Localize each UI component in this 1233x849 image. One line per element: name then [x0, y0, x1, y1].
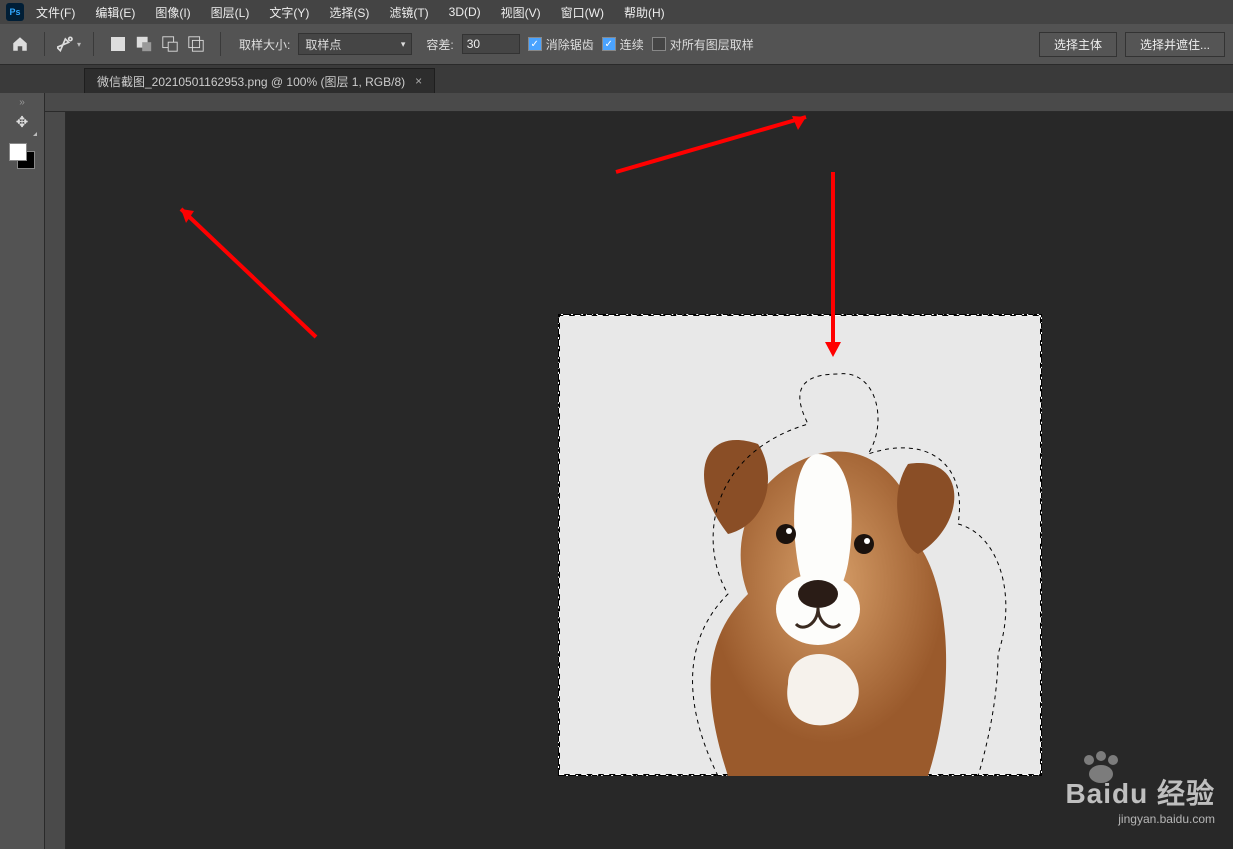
selection-subtract-icon[interactable] — [158, 32, 182, 56]
toolbox: » ✥ — [0, 93, 45, 849]
foreground-background-colors[interactable] — [7, 141, 37, 171]
tolerance-input[interactable] — [462, 34, 520, 54]
document-tabs: 微信截图_20210501162953.png @ 100% (图层 1, RG… — [0, 65, 1233, 93]
selection-new-icon[interactable] — [106, 32, 130, 56]
document-image[interactable] — [558, 314, 1042, 776]
menu-bar: Ps 文件(F) 编辑(E) 图像(I) 图层(L) 文字(Y) 选择(S) 滤… — [0, 0, 1233, 24]
menu-file[interactable]: 文件(F) — [28, 1, 83, 24]
contiguous-checkbox[interactable]: ✓连续 — [602, 36, 644, 53]
menu-edit[interactable]: 编辑(E) — [87, 1, 143, 24]
menu-filter[interactable]: 滤镜(T) — [381, 1, 436, 24]
sample-size-dropdown[interactable]: 取样点 ▾ — [298, 33, 412, 55]
all-layers-checkbox[interactable]: 对所有图层取样 — [652, 36, 754, 53]
vertical-ruler[interactable] — [45, 112, 66, 849]
ruler-origin[interactable] — [45, 93, 66, 112]
menu-3d[interactable]: 3D(D) — [441, 2, 489, 22]
menu-image[interactable]: 图像(I) — [147, 1, 198, 24]
selection-intersect-icon[interactable] — [184, 32, 208, 56]
document-tab-title: 微信截图_20210501162953.png @ 100% (图层 1, RG… — [97, 73, 405, 90]
tolerance-label: 容差: — [426, 36, 453, 53]
watermark-brand: Baidu 经验 — [1065, 772, 1215, 812]
horizontal-ruler[interactable] — [65, 93, 1233, 112]
annotation-arrow-2 — [606, 112, 826, 182]
menu-view[interactable]: 视图(V) — [493, 1, 549, 24]
app-logo: Ps — [6, 3, 24, 21]
annotation-arrow-1 — [166, 197, 326, 347]
selection-add-icon[interactable] — [132, 32, 156, 56]
selection-mode-group — [106, 32, 208, 56]
sample-size-value: 取样点 — [305, 36, 341, 53]
foreground-color-swatch[interactable] — [9, 143, 27, 161]
document-tab[interactable]: 微信截图_20210501162953.png @ 100% (图层 1, RG… — [84, 68, 435, 93]
watermark-url: jingyan.baidu.com — [1065, 812, 1215, 826]
options-bar: ▾ 取样大小: 取样点 ▾ 容差: ✓消除锯齿 ✓连续 对所有图层取样 选择主体… — [0, 24, 1233, 65]
watermark: Baidu 经验 jingyan.baidu.com — [1065, 772, 1215, 826]
menu-window[interactable]: 窗口(W) — [553, 1, 612, 24]
menu-type[interactable]: 文字(Y) — [261, 1, 317, 24]
move-tool[interactable]: ✥ — [6, 107, 38, 137]
tool-preset-icon[interactable]: ▾ — [57, 32, 81, 56]
antialias-checkbox[interactable]: ✓消除锯齿 — [528, 36, 594, 53]
menu-layer[interactable]: 图层(L) — [203, 1, 258, 24]
home-icon[interactable] — [8, 32, 32, 56]
sample-size-label: 取样大小: — [239, 36, 290, 53]
toolbox-expand-icon[interactable]: » — [0, 97, 44, 107]
menu-help[interactable]: 帮助(H) — [616, 1, 673, 24]
menu-select[interactable]: 选择(S) — [321, 1, 377, 24]
close-tab-icon[interactable]: × — [415, 74, 422, 88]
canvas-area[interactable]: Baidu 经验 jingyan.baidu.com — [66, 112, 1233, 849]
dog-selection-outline — [558, 314, 1042, 776]
select-subject-button[interactable]: 选择主体 — [1039, 32, 1117, 57]
chevron-down-icon: ▾ — [401, 39, 406, 50]
select-and-mask-button[interactable]: 选择并遮住... — [1125, 32, 1225, 57]
